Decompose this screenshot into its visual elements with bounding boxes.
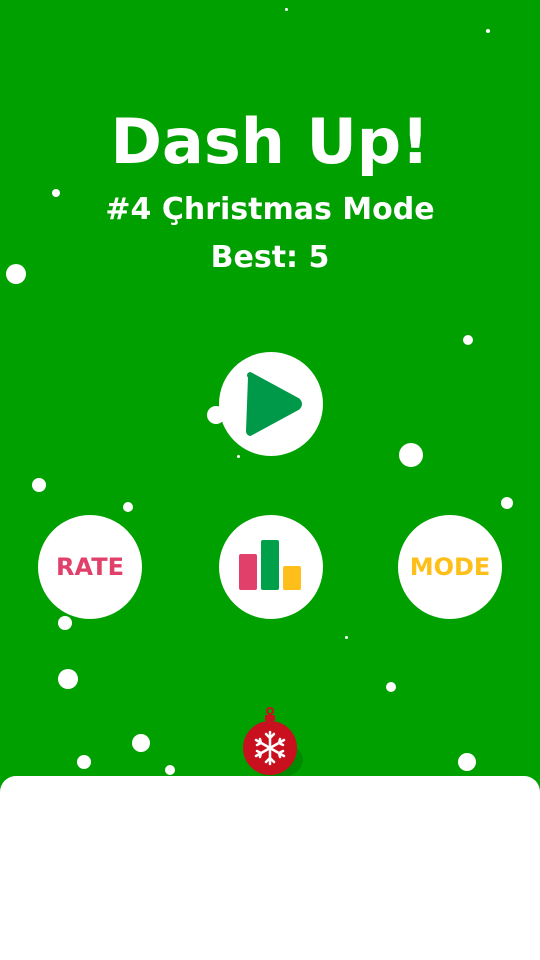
snowflake [58, 669, 78, 689]
snowflake [463, 335, 473, 345]
snowflake [285, 8, 288, 11]
rate-label: RATE [56, 553, 124, 581]
mode-button-label: MODE [409, 553, 491, 581]
snowflake [501, 497, 513, 509]
play-icon [236, 369, 306, 439]
mode-label: #4 Çhristmas Mode [105, 192, 435, 227]
snowflake [32, 478, 46, 492]
best-score: Best: 5 [210, 240, 330, 275]
snowflake [386, 682, 396, 692]
leaderboard-button[interactable] [219, 515, 323, 619]
snowflake [486, 29, 490, 33]
snowflake [237, 455, 240, 458]
snowflake [132, 734, 150, 752]
rate-button[interactable]: RATE [38, 515, 142, 619]
snowflake [458, 753, 476, 771]
snowflake [123, 502, 133, 512]
game-title: Dash Up! [110, 105, 430, 178]
snowflake [165, 765, 175, 775]
player-ornament [243, 706, 303, 778]
snowflake [345, 636, 348, 639]
bar-chart-icon [239, 540, 303, 594]
snowflake [77, 755, 91, 769]
mode-button[interactable]: MODE [398, 515, 502, 619]
play-button[interactable] [219, 352, 323, 456]
snowflake [399, 443, 423, 467]
snowflake [58, 616, 72, 630]
snow-ground [0, 776, 540, 960]
